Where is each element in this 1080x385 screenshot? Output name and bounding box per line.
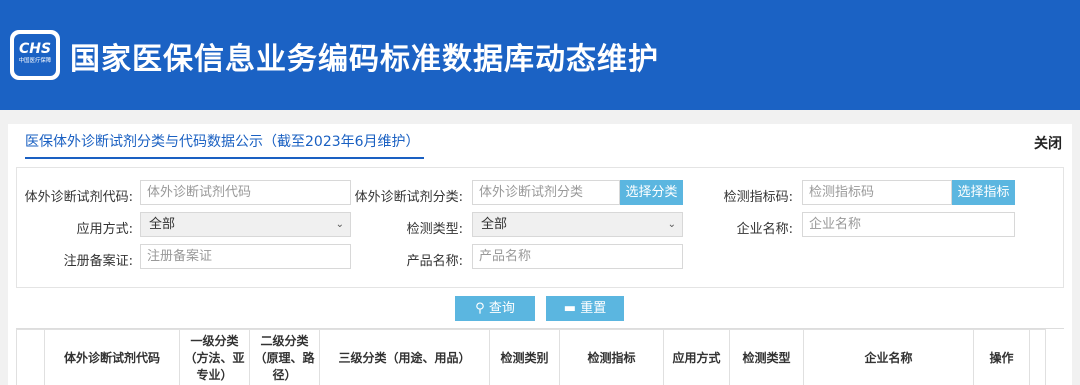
page-title: 国家医保信息业务编码标准数据库动态维护 — [70, 42, 659, 77]
col-header-level3: 三级分类（用途、用品） — [319, 329, 490, 385]
chevron-down-icon: ⌄ — [667, 219, 676, 230]
detect-type-select[interactable]: 全部 ⌄ — [472, 212, 683, 237]
app-header: CHS 中国医疗保障 国家医保信息业务编码标准数据库动态维护 — [0, 0, 1080, 110]
apply-label: 应用方式: — [76, 222, 133, 237]
logo-subtext: 中国医疗保障 — [18, 57, 52, 64]
chs-logo: CHS 中国医疗保障 — [10, 30, 60, 80]
col-header-apply: 应用方式 — [663, 329, 730, 385]
col-header-detect-type: 检测类型 — [729, 329, 804, 385]
indicator-label: 检测指标码: — [723, 190, 793, 205]
action-bar: ⚲ 查询 ▬ 重置 — [16, 292, 1064, 324]
reset-button-label: 重置 — [580, 301, 607, 316]
tab-ivd-publication[interactable]: 医保体外诊断试剂分类与代码数据公示（截至2023年6月维护） — [25, 131, 424, 159]
indicator-input[interactable]: 检测指标码 — [802, 180, 952, 205]
reset-button[interactable]: ▬ 重置 — [546, 296, 624, 321]
select-indicator-button[interactable]: 选择指标 — [952, 180, 1015, 205]
select-category-button[interactable]: 选择分类 — [620, 180, 683, 205]
category-label: 体外诊断试剂分类: — [354, 190, 463, 205]
results-table: 体外诊断试剂代码 一级分类（方法、亚专业） 二级分类（原理、路径） 三级分类（用… — [16, 328, 1064, 385]
filter-form: 体外诊断试剂代码: 体外诊断试剂代码 体外诊断试剂分类: 体外诊断试剂分类 选择… — [16, 167, 1064, 288]
reg-input[interactable]: 注册备案证 — [140, 244, 351, 269]
minus-icon: ▬ — [563, 301, 577, 316]
reg-label: 注册备案证: — [63, 254, 133, 269]
col-header-company: 企业名称 — [803, 329, 974, 385]
col-header-level2: 二级分类（原理、路径） — [249, 329, 320, 385]
col-header-spacer — [1029, 329, 1046, 385]
col-header-checkbox[interactable] — [16, 329, 45, 385]
table-header-row: 体外诊断试剂代码 一级分类（方法、亚专业） 二级分类（原理、路径） 三级分类（用… — [16, 329, 1046, 385]
search-button[interactable]: ⚲ 查询 — [455, 296, 535, 321]
chs-logo-badge: CHS 中国医疗保障 — [14, 34, 56, 76]
product-input[interactable]: 产品名称 — [472, 244, 683, 269]
product-label: 产品名称: — [406, 254, 463, 269]
close-button[interactable]: 关闭 — [1034, 133, 1062, 153]
search-icon: ⚲ — [475, 301, 485, 316]
detect-type-select-value: 全部 — [481, 217, 508, 232]
apply-select[interactable]: 全部 ⌄ — [140, 212, 351, 237]
col-header-level1: 一级分类（方法、亚专业） — [179, 329, 250, 385]
category-input[interactable]: 体外诊断试剂分类 — [472, 180, 620, 205]
search-button-label: 查询 — [488, 301, 515, 316]
col-header-indicator: 检测指标 — [559, 329, 664, 385]
logo-text: CHS — [18, 41, 52, 57]
col-header-code: 体外诊断试剂代码 — [44, 329, 180, 385]
detect-type-label: 检测类型: — [406, 222, 463, 237]
col-header-action: 操作 — [973, 329, 1030, 385]
company-input[interactable]: 企业名称 — [802, 212, 1015, 237]
company-label: 企业名称: — [736, 222, 793, 237]
apply-select-value: 全部 — [149, 217, 176, 232]
code-input[interactable]: 体外诊断试剂代码 — [140, 180, 351, 205]
chevron-down-icon: ⌄ — [335, 219, 344, 230]
col-header-detect-category: 检测类别 — [489, 329, 560, 385]
code-label: 体外诊断试剂代码: — [24, 190, 133, 205]
